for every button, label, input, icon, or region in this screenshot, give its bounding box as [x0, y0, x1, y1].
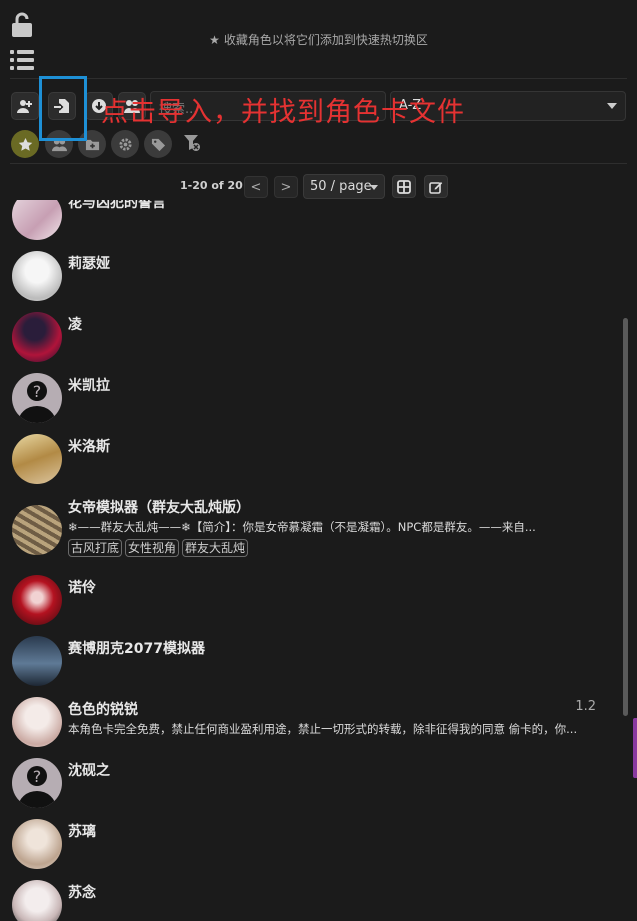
tags-icon	[151, 138, 165, 151]
filter-favorites-button[interactable]	[11, 130, 39, 158]
chevron-down-icon	[607, 103, 617, 109]
annotation-text: 点击导入，并找到角色卡文件	[101, 97, 465, 128]
favorites-hint: ★ 收藏角色以将它们添加到快速热切换区	[209, 33, 428, 47]
grid-view-button[interactable]	[392, 175, 416, 198]
edit-icon	[429, 181, 443, 194]
list-item[interactable]: 米洛斯	[12, 434, 610, 490]
version-label: 1.2	[575, 699, 596, 714]
filter-settings-button[interactable]	[111, 130, 139, 158]
page-size-select[interactable]: 50 / page	[303, 174, 385, 199]
prev-page-button[interactable]: <	[244, 176, 268, 198]
unknown-person-icon: ?	[18, 766, 56, 808]
tag[interactable]: 群友大乱炖	[182, 539, 249, 557]
avatar	[12, 505, 62, 555]
avatar: ?	[12, 758, 62, 808]
bulk-edit-button[interactable]	[424, 175, 448, 198]
list-item[interactable]: 苏念	[12, 880, 610, 921]
annotation-highlight-box	[39, 76, 87, 141]
character-list: 花与凶犯的誓言 莉瑟娅 凌 ? 米凯拉 米洛斯 女帝模拟器（群友大乱炖版） ❄—…	[0, 200, 620, 921]
avatar	[12, 819, 62, 869]
list-item[interactable]: 苏璃	[12, 819, 610, 875]
avatar	[12, 697, 62, 747]
tag[interactable]: 古风打底	[68, 539, 123, 557]
avatar	[12, 200, 62, 240]
star-icon	[18, 137, 32, 151]
divider	[10, 78, 627, 79]
chevron-down-icon	[370, 185, 378, 190]
create-character-button[interactable]	[11, 92, 39, 120]
avatar	[12, 880, 62, 921]
next-page-button[interactable]: >	[274, 176, 298, 198]
tag[interactable]: 女性视角	[125, 539, 180, 557]
avatar	[12, 636, 62, 686]
divider	[10, 163, 627, 164]
scrollbar-thumb[interactable]	[623, 318, 628, 716]
filter-tags-button[interactable]	[144, 130, 172, 158]
list-item[interactable]: 赛博朋克2077模拟器	[12, 636, 610, 692]
side-panel-handle[interactable]	[633, 718, 637, 778]
character-panel: ★ 收藏角色以将它们添加到快速热切换区 搜索... A-Z 点击导入，并找到角色卡…	[0, 0, 637, 921]
page-range: 1-20 of 20	[180, 179, 243, 192]
grid-icon	[397, 179, 411, 194]
list-item[interactable]: 色色的锐锐 1.2 本角色卡完全免费，禁止任何商业盈利用途，禁止一切形式的转载，…	[12, 697, 610, 753]
clear-filter-icon[interactable]	[183, 134, 201, 152]
list-menu-icon[interactable]	[10, 49, 34, 71]
list-item[interactable]: 莉瑟娅	[12, 251, 610, 307]
svg-text:?: ?	[33, 767, 42, 786]
star-icon: ★	[209, 33, 220, 47]
list-item[interactable]: 花与凶犯的誓言	[12, 200, 610, 246]
pagination-bar: 1-20 of 20 < > 50 / page	[0, 173, 637, 199]
avatar	[12, 312, 62, 362]
add-user-icon	[17, 100, 32, 113]
character-description: 本角色卡完全免费，禁止任何商业盈利用途，禁止一切形式的转载，除非征得我的同意 偷…	[68, 722, 578, 736]
unknown-person-icon: ?	[18, 381, 56, 423]
avatar	[12, 251, 62, 301]
list-item[interactable]: 凌	[12, 312, 610, 368]
gear-icon	[118, 137, 132, 151]
avatar	[12, 434, 62, 484]
tag-list: 古风打底 女性视角 群友大乱炖	[68, 539, 249, 557]
character-description: ❄——群友大乱炖——❄【简介】：你是女帝慕凝霜（不是凝霜）。NPC都是群友。——…	[68, 520, 536, 534]
avatar	[12, 575, 62, 625]
list-item[interactable]: ? 米凯拉	[12, 373, 610, 429]
avatar: ?	[12, 373, 62, 423]
list-item[interactable]: ? 沈砚之	[12, 758, 610, 814]
list-item[interactable]: 女帝模拟器（群友大乱炖版） ❄——群友大乱炖——❄【简介】：你是女帝慕凝霜（不是…	[12, 495, 610, 565]
svg-text:?: ?	[33, 382, 42, 401]
list-item[interactable]: 诺伶	[12, 575, 610, 631]
